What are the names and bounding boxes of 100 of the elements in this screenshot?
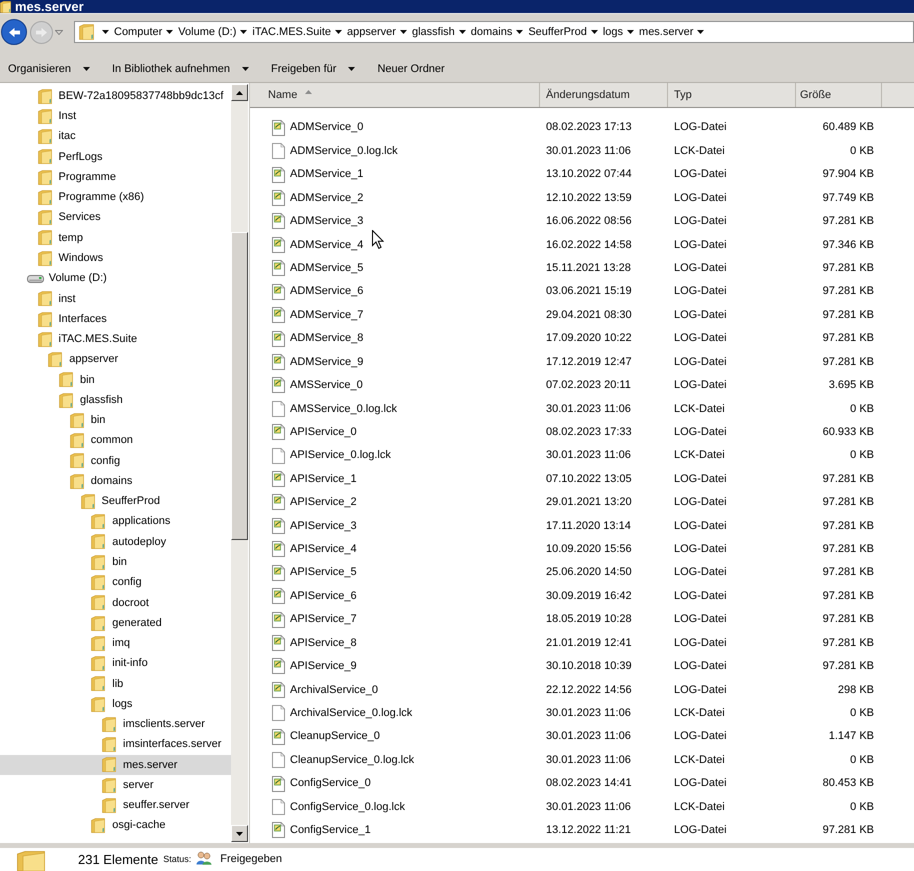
file-name[interactable]: ADMService_5 (290, 260, 364, 276)
scrollbar-thumb[interactable] (231, 232, 248, 540)
column-header[interactable]: Änderungsdatum (540, 83, 668, 107)
modified-date: 08.02.2023 17:33 (546, 426, 632, 438)
file-name[interactable]: AMSService_0 (290, 377, 363, 394)
caret-icon (590, 30, 598, 34)
modified-date: 18.05.2019 10:28 (546, 613, 632, 626)
tree-item[interactable]: mes.server (0, 754, 231, 776)
file-name[interactable]: ADMService_7 (290, 306, 364, 324)
file-type: LOG-Datei (674, 520, 727, 532)
file-name[interactable]: APIService_9 (290, 658, 357, 675)
drive-icon (26, 274, 44, 283)
modified-date: 08.02.2023 17:13 (546, 121, 632, 134)
file-type: LOG-Datei (674, 660, 727, 672)
file-type: LOG-Datei (674, 308, 727, 321)
toolbar-button[interactable]: Organisieren (0, 58, 98, 80)
file-name[interactable]: ConfigService_1 (290, 822, 371, 839)
file-size: 97.281 KB (822, 543, 874, 556)
file-name[interactable]: APIService_3 (290, 518, 357, 534)
file-name[interactable]: APIService_1 (290, 470, 357, 488)
file-type: LOG-Datei (674, 262, 727, 274)
address-bar[interactable]: Computer Volume (D:) iTAC.MES.Suite appserver glassfish domains SeufferProd logs mes.server (74, 21, 914, 43)
status-value: Freigegeben (220, 852, 282, 868)
modified-date: 10.09.2020 15:56 (546, 543, 632, 556)
column-header[interactable]: Größe (796, 83, 882, 107)
breadcrumb[interactable]: Volume (D:) (174, 23, 240, 41)
caret-icon (102, 30, 109, 34)
file-size: 0 KB (850, 449, 874, 462)
file-name[interactable]: ADMService_2 (290, 190, 364, 206)
breadcrumb[interactable]: iTAC.MES.Suite (248, 23, 336, 41)
caret-icon (348, 67, 356, 71)
column-header[interactable]: Typ (668, 83, 796, 107)
folder-icon (102, 778, 116, 793)
toolbar-button[interactable]: In Bibliothek aufnehmen (104, 58, 258, 80)
folder-icon (79, 24, 94, 40)
down-triangle-icon (236, 832, 243, 836)
breadcrumb[interactable]: appserver (343, 23, 400, 41)
breadcrumb[interactable]: logs (598, 23, 628, 41)
breadcrumb[interactable]: mes.server (635, 23, 698, 41)
document-icon (272, 471, 285, 488)
modified-date: 30.01.2023 11:06 (546, 800, 631, 813)
users-icon (196, 850, 212, 864)
file-name[interactable]: APIService_8 (290, 634, 357, 652)
file-type: LOG-Datei (674, 356, 727, 368)
file-name[interactable]: ConfigService_0.log.lck (290, 798, 405, 816)
breadcrumb[interactable]: SeufferProd (524, 23, 591, 41)
folder-icon (91, 514, 106, 530)
file-name[interactable]: ADMService_4 (290, 236, 364, 254)
file-size: 80.453 KB (822, 777, 874, 790)
file-name[interactable]: ADMService_6 (290, 283, 364, 300)
file-type: LOG-Datei (674, 121, 727, 134)
file-name[interactable]: APIService_5 (290, 564, 357, 581)
folder-icon (102, 737, 116, 752)
file-size: 60.489 KB (822, 121, 874, 134)
modified-date: 29.04.2021 08:30 (546, 308, 632, 321)
scroll-down-button[interactable] (231, 825, 248, 842)
file-name[interactable]: APIService_6 (290, 588, 357, 604)
scroll-up-button[interactable] (231, 84, 248, 101)
document-icon (272, 284, 285, 300)
file-name[interactable]: ArchivalService_0 (290, 682, 378, 698)
folder-icon (38, 108, 52, 124)
file-name[interactable]: CleanupService_0.log.lck (290, 752, 414, 768)
modified-date: 13.12.2022 11:21 (546, 824, 631, 836)
file-type: LOG-Datei (674, 379, 727, 392)
file-name[interactable]: APIService_0 (290, 424, 357, 440)
caret-icon (55, 30, 63, 34)
folder-icon (38, 149, 52, 164)
file-name[interactable]: ADMService_0.log.lck (290, 142, 398, 160)
toolbar-button[interactable]: Freigeben für (263, 58, 364, 80)
file-name[interactable]: AMSService_0.log.lck (290, 400, 397, 418)
file-size: 0 KB (850, 144, 874, 157)
breadcrumb[interactable]: glassfish (408, 23, 459, 41)
file-size: 97.281 KB (822, 472, 874, 485)
back-button[interactable] (1, 19, 27, 45)
file-name[interactable]: ArchivalService_0.log.lck (290, 705, 412, 722)
file-size: 97.281 KB (822, 566, 874, 578)
file-size: 0 KB (850, 402, 874, 415)
modified-date: 30.10.2018 10:39 (546, 660, 632, 672)
breadcrumb[interactable]: domains (466, 23, 516, 41)
file-name[interactable]: ADMService_9 (290, 354, 364, 370)
file-name[interactable]: APIService_4 (290, 541, 357, 558)
document-icon (272, 822, 285, 838)
file-name[interactable]: ADMService_8 (290, 330, 364, 347)
file-name[interactable]: CleanupService_0 (290, 728, 380, 745)
document-icon (272, 424, 285, 440)
file-name[interactable]: ADMService_1 (290, 166, 364, 183)
breadcrumb[interactable]: Computer (110, 23, 166, 41)
file-name[interactable]: APIService_0.log.lck (290, 447, 391, 464)
file-name[interactable]: APIService_7 (290, 611, 357, 628)
file-size: 298 KB (838, 684, 874, 696)
file-name[interactable]: ConfigService_0 (290, 775, 371, 792)
column-header[interactable]: Name (250, 83, 540, 107)
file-name[interactable]: ADMService_0 (290, 119, 364, 136)
modified-date: 16.06.2022 08:56 (546, 215, 632, 228)
file-type: LOG-Datei (674, 215, 727, 228)
document-icon (272, 518, 285, 534)
folder-icon (91, 818, 106, 834)
file-name[interactable]: ADMService_3 (290, 213, 364, 230)
toolbar-button[interactable]: Neuer Ordner (369, 58, 453, 80)
file-name[interactable]: APIService_2 (290, 494, 357, 511)
